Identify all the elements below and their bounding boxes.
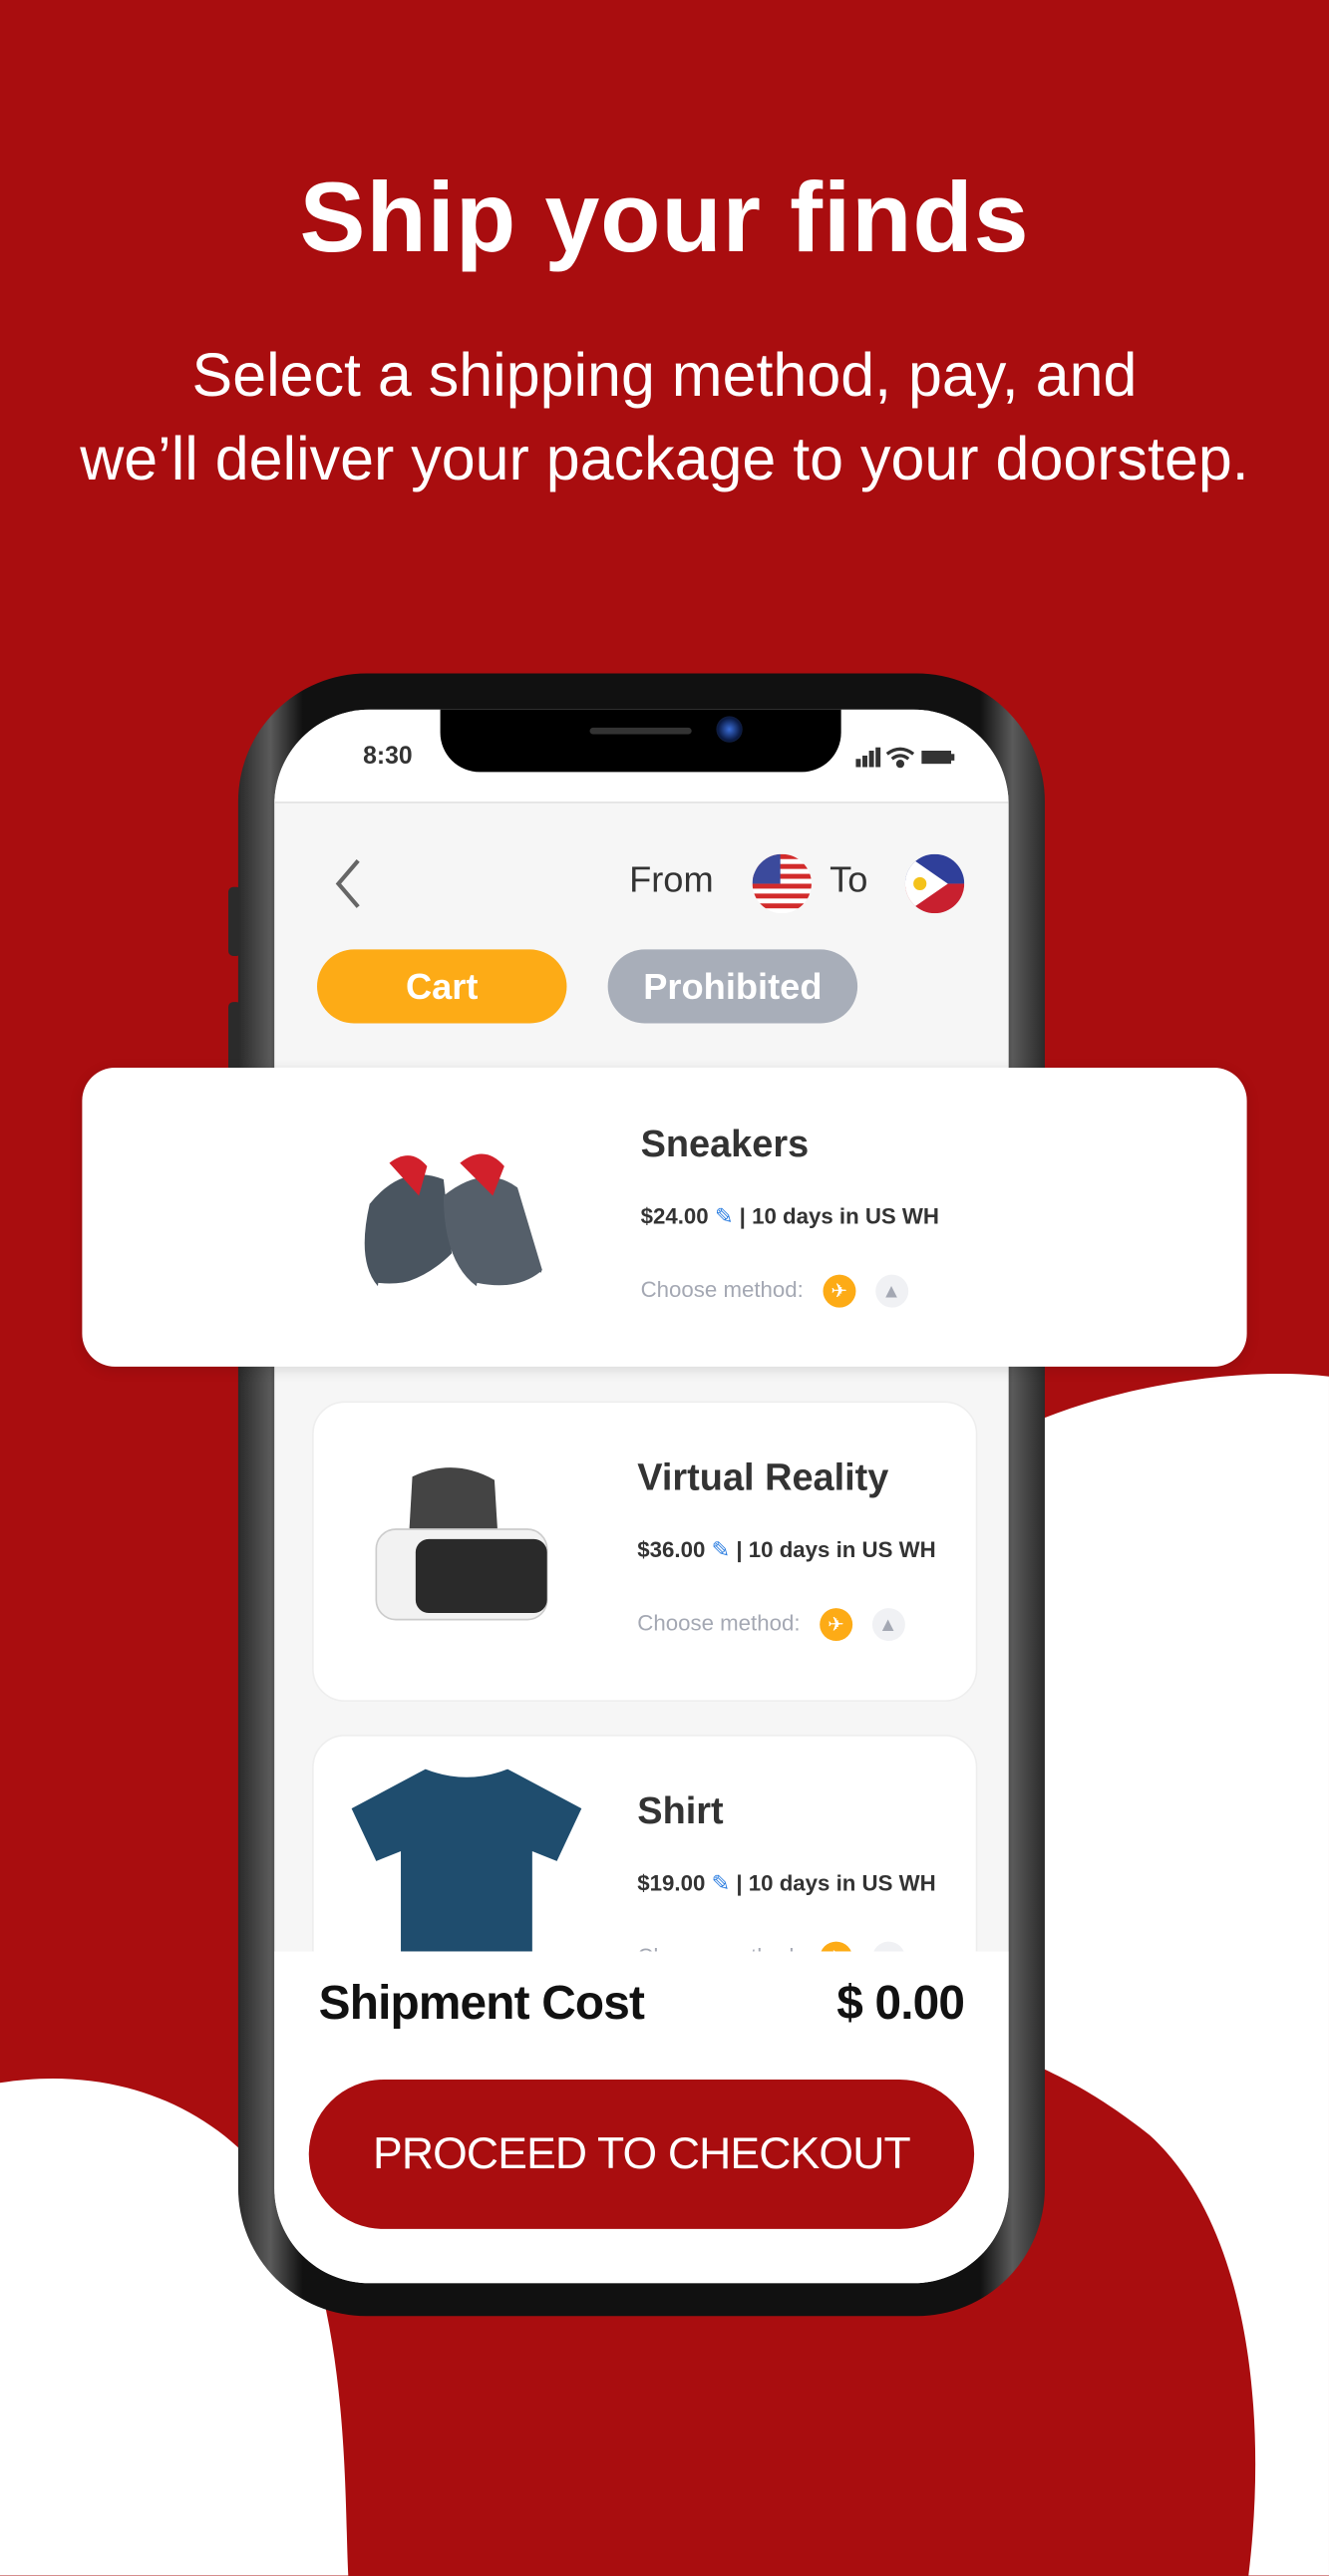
item-card-sneakers[interactable]: Sneakers $24.00 ✎ | 10 days in US WH Cho… — [82, 1068, 1247, 1367]
to-label: To — [830, 858, 868, 900]
item-price: $19.00 — [637, 1870, 706, 1896]
airplane-icon[interactable]: ✈ — [819, 1608, 852, 1642]
status-time: 8:30 — [363, 742, 413, 771]
ship-icon[interactable]: ▲ — [871, 1608, 905, 1642]
camera-icon — [716, 716, 743, 743]
item-price: $36.00 — [637, 1537, 706, 1562]
wifi-icon — [885, 747, 915, 769]
t-shirt-image — [351, 1769, 582, 1973]
edit-icon[interactable]: ✎ — [712, 1871, 731, 1896]
phone-screen: 8:30 From To Cart Prohibited Virtual Rea… — [274, 709, 1009, 2284]
subtitle-line-2: we’ll deliver your package to your doors… — [80, 425, 1249, 493]
edit-icon[interactable]: ✎ — [712, 1537, 731, 1562]
edit-icon[interactable]: ✎ — [715, 1204, 734, 1229]
page-title: Ship your finds — [299, 162, 1030, 273]
phone-notch — [440, 709, 841, 773]
item-name: Shirt — [637, 1788, 724, 1832]
signal-icon — [855, 747, 881, 768]
choose-method: Choose method: ✈ ▲ — [637, 1608, 905, 1642]
status-icons — [855, 747, 955, 769]
chevron-left-icon[interactable] — [332, 857, 365, 910]
ph-flag-icon[interactable] — [904, 853, 965, 914]
sneakers-image — [364, 1153, 544, 1292]
ship-icon[interactable]: ▲ — [874, 1274, 908, 1308]
item-storage: 10 days in US WH — [752, 1203, 939, 1229]
item-price-line: $36.00 ✎ | 10 days in US WH — [637, 1537, 936, 1562]
subtitle-line-1: Select a shipping method, pay, and — [191, 341, 1138, 410]
choose-method-label: Choose method: — [640, 1277, 804, 1302]
tab-prohibited[interactable]: Prohibited — [607, 949, 858, 1024]
battery-icon — [921, 750, 955, 765]
choose-method-label: Choose method: — [637, 1610, 801, 1636]
tab-cart[interactable]: Cart — [317, 949, 567, 1024]
item-price-line: $19.00 ✎ | 10 days in US WH — [637, 1870, 936, 1896]
proceed-to-checkout-button[interactable]: PROCEED TO CHECKOUT — [308, 2079, 975, 2229]
shipment-cost-label: Shipment Cost — [318, 1977, 645, 2031]
shipment-cost-value: $ 0.00 — [836, 1977, 965, 2031]
item-price: $24.00 — [640, 1203, 709, 1229]
airplane-icon[interactable]: ✈ — [823, 1274, 856, 1308]
item-price-line: $24.00 ✎ | 10 days in US WH — [640, 1203, 939, 1229]
item-name: Sneakers — [640, 1122, 810, 1165]
choose-method: Choose method: ✈ ▲ — [640, 1274, 908, 1308]
us-flag-icon[interactable] — [752, 853, 812, 914]
vr-headset-image — [375, 1467, 548, 1621]
item-storage: 10 days in US WH — [748, 1537, 936, 1562]
item-storage: 10 days in US WH — [748, 1870, 936, 1896]
item-name: Virtual Reality — [637, 1454, 889, 1498]
from-label: From — [629, 858, 714, 900]
item-card-virtual-reality[interactable]: Virtual Reality $36.00 ✎ | 10 days in US… — [312, 1401, 978, 1703]
